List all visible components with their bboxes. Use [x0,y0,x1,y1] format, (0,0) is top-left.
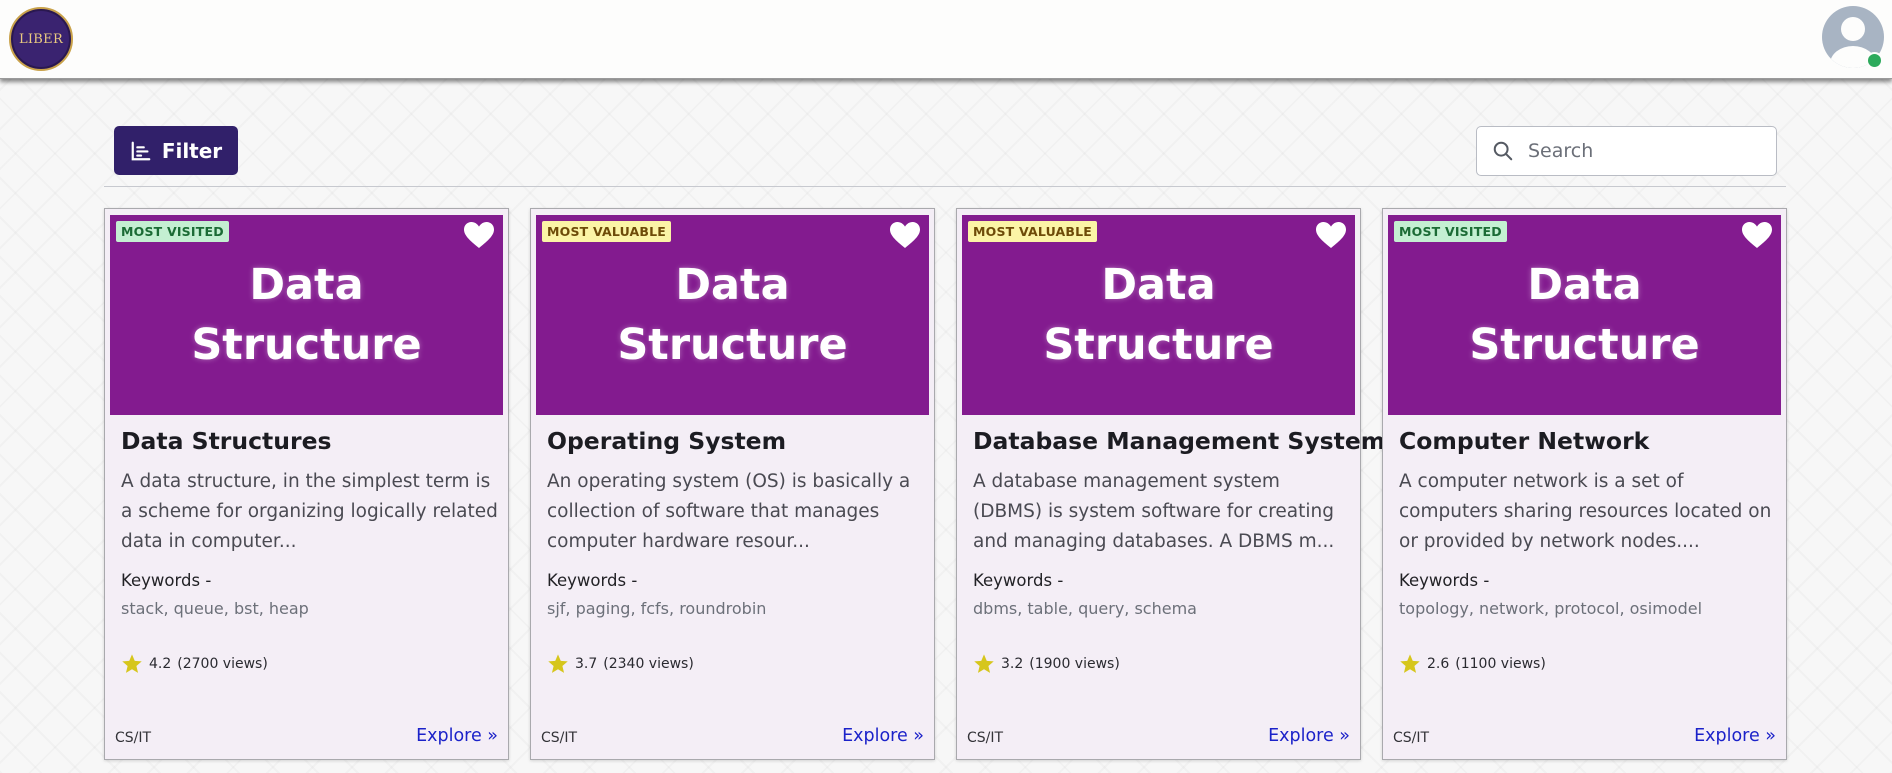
keywords-label: Keywords - [121,571,212,590]
course-card-dbms[interactable]: Data Structure MOST VALUABLE Database Ma… [956,208,1385,760]
star-icon [122,654,142,673]
keywords-label: Keywords - [973,571,1064,590]
course-card-computer-network[interactable]: Data Structure MOST VISITED Computer Net… [1382,208,1787,760]
rating-value: 2.6 [1427,656,1450,672]
search-box[interactable] [1476,126,1777,176]
thumbnail-line-1: Data [249,260,364,310]
card-description: A database management system (DBMS) is s… [973,471,1335,552]
liber-logo[interactable]: LIBER [9,7,73,71]
avatar-head [1841,17,1865,41]
views-count: (2340 views) [603,656,694,672]
thumbnail-line-2: Structure [1043,320,1274,370]
explore-link[interactable]: Explore » [416,726,498,746]
status-badge: MOST VALUABLE [968,221,1098,242]
category-label: CS/IT [967,730,1004,746]
views-count: (2700 views) [177,656,268,672]
logo-text: LIBER [18,31,64,47]
card-thumbnail: Data Structure [536,215,929,415]
keywords-label: Keywords - [1399,571,1490,590]
card-description: A computer network is a set of computers… [1399,471,1772,552]
card-rating: 2.6 (1100 views) [1399,653,1546,675]
card-title: Computer Network [1399,427,1650,455]
explore-link[interactable]: Explore » [1694,726,1776,746]
card-rating: 4.2 (2700 views) [121,653,268,675]
card-thumbnail: Data Structure [110,215,503,415]
course-card-operating-system[interactable]: Data Structure MOST VALUABLE Operating S… [530,208,935,760]
category-label: CS/IT [115,730,152,746]
explore-link[interactable]: Explore » [1268,726,1350,746]
heart-icon[interactable] [1741,221,1773,249]
keywords-list: stack, queue, bst, heap [121,599,309,618]
keywords-list: topology, network, protocol, osimodel [1399,599,1703,618]
top-navbar: LIBER [0,0,1892,79]
online-status-dot [1866,52,1883,69]
thumbnail-line-1: Data [675,260,790,310]
views-count: (1100 views) [1455,656,1546,672]
card-description: An operating system (OS) is basically a … [547,471,911,552]
search-icon [1493,141,1513,161]
card-rating: 3.2 (1900 views) [973,653,1120,675]
category-label: CS/IT [1393,730,1430,746]
course-card-data-structures[interactable]: Data Structure MOST VISITED Data Structu… [104,208,509,760]
thumbnail-line-2: Structure [617,320,848,370]
card-thumbnail: Data Structure [1388,215,1781,415]
category-label: CS/IT [541,730,578,746]
toolbar-divider [104,186,1786,187]
card-title: Data Structures [121,427,332,455]
card-rating: 3.7 (2340 views) [547,653,694,675]
thumbnail-line-1: Data [1527,260,1642,310]
star-icon [548,654,568,673]
explore-link[interactable]: Explore » [842,726,924,746]
keywords-list: sjf, paging, fcfs, roundrobin [547,599,767,618]
star-icon [1400,654,1420,673]
keywords-label: Keywords - [547,571,638,590]
status-badge: MOST VALUABLE [542,221,672,242]
card-description: A data structure, in the simplest term i… [121,471,498,552]
bar-chart-icon [131,141,151,160]
status-badge: MOST VISITED [1394,221,1507,242]
thumbnail-text: Data Structure [1043,255,1273,375]
rating-value: 3.7 [575,656,598,672]
filter-label: Filter [161,138,223,163]
heart-icon[interactable] [889,221,921,249]
thumbnail-line-1: Data [1101,260,1216,310]
card-title: Database Management System [973,427,1386,455]
star-icon [974,654,994,673]
rating-value: 4.2 [149,656,172,672]
card-title: Operating System [547,427,787,455]
filter-button[interactable]: Filter [114,126,238,175]
rating-value: 3.2 [1001,656,1024,672]
card-thumbnail: Data Structure [962,215,1355,415]
thumbnail-text: Data Structure [617,255,847,375]
search-input[interactable] [1528,140,1768,162]
thumbnail-text: Data Structure [191,255,421,375]
status-badge: MOST VISITED [116,221,229,242]
views-count: (1900 views) [1029,656,1120,672]
heart-icon[interactable] [463,221,495,249]
thumbnail-line-2: Structure [191,320,422,370]
heart-icon[interactable] [1315,221,1347,249]
thumbnail-text: Data Structure [1469,255,1699,375]
keywords-list: dbms, table, query, schema [973,599,1197,618]
thumbnail-line-2: Structure [1469,320,1700,370]
